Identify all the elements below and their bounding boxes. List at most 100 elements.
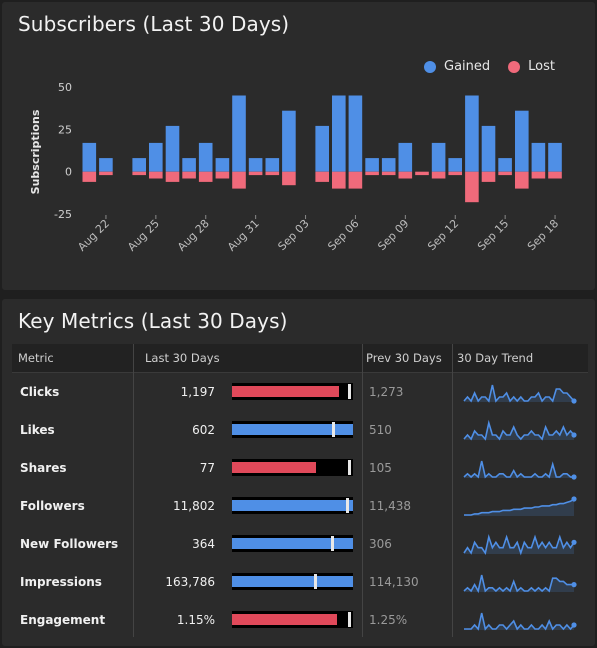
bar-gained xyxy=(265,158,280,172)
table-row[interactable]: Followers 11,802 11,438 xyxy=(12,487,588,525)
col-prev30[interactable]: Prev 30 Days xyxy=(366,351,442,365)
bullet-fill xyxy=(232,386,340,397)
bar-lost xyxy=(182,171,196,179)
metric-prev-value: 510 xyxy=(369,423,392,437)
sparkline-end-dot xyxy=(571,622,577,628)
bullet-bar xyxy=(232,421,353,438)
trend-sparkline xyxy=(464,496,577,516)
metric-value: 602 xyxy=(192,423,215,437)
bar-lost xyxy=(315,171,329,182)
bar-gained xyxy=(332,95,346,172)
legend-lost-label: Lost xyxy=(528,59,555,74)
subscribers-panel: Subscribers (Last 30 Days) 50 25 0 -25 Subsc… xyxy=(2,2,595,290)
col-trend[interactable]: 30 Day Trend xyxy=(457,351,533,365)
bar-lost xyxy=(398,171,413,179)
bar-lost xyxy=(531,171,546,179)
bar-gained xyxy=(515,110,529,172)
x-tick-label: Sep 09 xyxy=(375,217,411,253)
metric-name: Impressions xyxy=(20,575,102,589)
bar-gained xyxy=(82,142,97,172)
chart-legend: Gained Lost xyxy=(424,59,555,74)
bullet-target-marker xyxy=(331,536,335,551)
bullet-fill xyxy=(232,614,337,625)
bar-lost xyxy=(82,171,97,182)
table-row[interactable]: Clicks 1,197 1,273 xyxy=(12,373,588,411)
metric-name: Engagement xyxy=(20,613,106,627)
key-metrics-panel: Key Metrics (Last 30 Days) Metric Last 3… xyxy=(2,299,595,646)
bar-gained xyxy=(481,125,496,172)
bullet-bar xyxy=(232,459,353,476)
metrics-table: Metric Last 30 Days Prev 30 Days 30 Day … xyxy=(12,344,588,639)
trend-sparkline xyxy=(463,384,577,404)
col-metric[interactable]: Metric xyxy=(18,351,54,365)
metric-value: 77 xyxy=(199,461,215,475)
bullet-fill xyxy=(232,462,316,473)
bullet-bar xyxy=(232,573,353,590)
table-body: Clicks 1,197 1,273 Likes 602 510 Shares 77 105 Fo… xyxy=(12,373,588,639)
metric-name: New Followers xyxy=(20,537,119,551)
bar-lost xyxy=(332,171,346,189)
bar-lost xyxy=(282,171,296,186)
bullet-target-marker xyxy=(314,574,318,589)
bar-lost xyxy=(548,171,562,179)
bar-gained xyxy=(132,158,146,172)
metric-prev-value: 1.25% xyxy=(369,613,408,627)
metric-name: Likes xyxy=(20,423,55,437)
table-row[interactable]: Impressions 163,786 114,130 xyxy=(12,563,588,601)
bullet-target-marker xyxy=(348,460,351,475)
y-tick-label: 25 xyxy=(58,123,72,136)
metric-prev-value: 306 xyxy=(369,537,392,551)
metric-prev-value: 114,130 xyxy=(369,575,419,589)
bar-lost xyxy=(348,171,363,189)
table-row[interactable]: Likes 602 510 xyxy=(12,411,588,449)
bar-lost xyxy=(149,171,163,179)
bar-lost xyxy=(381,171,396,176)
col-last30[interactable]: Last 30 Days xyxy=(145,351,220,365)
sparkline-end-dot xyxy=(571,398,577,404)
y-tick-label: 50 xyxy=(58,81,72,94)
y-axis-label: Subscriptions xyxy=(29,109,42,194)
bullet-target-marker xyxy=(332,422,335,437)
metric-prev-value: 11,438 xyxy=(369,499,411,513)
table-row[interactable]: Engagement 1.15% 1.25% xyxy=(12,601,588,639)
bar-gained xyxy=(99,158,113,172)
x-tick-label: Aug 22 xyxy=(75,217,112,254)
trend-sparkline xyxy=(463,419,577,441)
bullet-bar xyxy=(232,611,353,628)
table-header: Metric Last 30 Days Prev 30 Days 30 Day … xyxy=(12,344,588,373)
bar-lost xyxy=(498,171,512,176)
metric-value: 1,197 xyxy=(180,385,215,399)
table-row[interactable]: New Followers 364 306 xyxy=(12,525,588,563)
bar-lost xyxy=(431,171,446,179)
sparkline-end-dot xyxy=(571,539,577,545)
y-tick-label: -25 xyxy=(54,208,72,221)
bar-gained xyxy=(498,158,512,172)
bar-gained xyxy=(215,158,230,172)
bullet-fill xyxy=(232,538,353,549)
table-row[interactable]: Shares 77 105 xyxy=(12,449,588,487)
bullet-target-marker xyxy=(348,612,351,627)
bar-gained xyxy=(248,158,263,172)
trend-sparkline xyxy=(463,460,577,480)
bar-gained xyxy=(232,95,246,172)
bullet-fill xyxy=(232,500,353,511)
bar-lost xyxy=(165,171,180,182)
bar-gained xyxy=(431,142,446,172)
bar-gained xyxy=(381,158,396,172)
bar-lost xyxy=(215,171,230,179)
bar-gained xyxy=(365,158,379,172)
sparkline-end-dot xyxy=(571,496,577,502)
x-tick-label: Sep 12 xyxy=(425,217,461,253)
metric-name: Followers xyxy=(20,499,85,513)
legend-gained[interactable]: Gained xyxy=(424,59,490,74)
x-tick-label: Aug 28 xyxy=(175,217,212,254)
x-tick-label: Sep 15 xyxy=(475,217,511,253)
legend-lost[interactable]: Lost xyxy=(508,59,555,74)
x-tick-label: Aug 25 xyxy=(125,217,162,254)
metric-value: 163,786 xyxy=(165,575,215,589)
bar-gained xyxy=(282,110,296,172)
bar-lost xyxy=(232,171,246,189)
bar-lost xyxy=(265,171,280,176)
trend-sparkline xyxy=(463,574,577,594)
bar-lost xyxy=(515,171,529,189)
